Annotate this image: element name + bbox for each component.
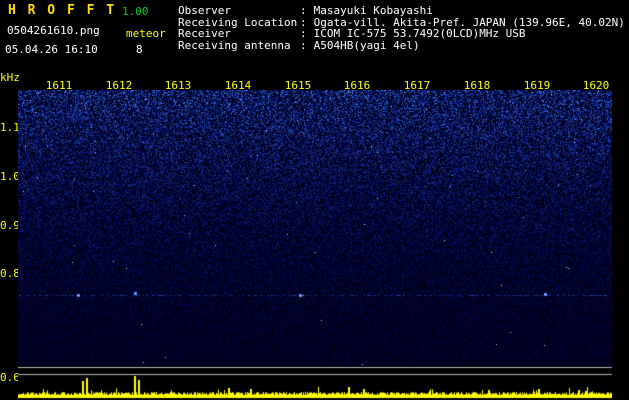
mode-label: meteor (126, 27, 166, 40)
y-tick: 0.9 (0, 219, 17, 232)
datetime-label: 05.04.26 16:10 (5, 43, 98, 56)
spectrogram-canvas (18, 90, 612, 367)
info-value: A504HB(yagi 4el) (314, 39, 420, 52)
hrofft-window: H R O F F T 1.00 0504261610.png meteor 0… (0, 0, 629, 400)
info-row-antenna: Receiving antenna: A504HB(yagi 4el) (178, 40, 625, 52)
info-label: Receiver (178, 28, 300, 40)
info-label: Receiving antenna (178, 40, 300, 52)
info-row-observer: Observer: Masayuki Kobayashi (178, 5, 625, 17)
y-tick: 0.8 (0, 267, 17, 280)
station-info: Observer: Masayuki Kobayashi Receiving Lo… (178, 5, 625, 51)
signal-level-canvas (18, 366, 612, 400)
info-label: Observer (178, 5, 300, 17)
app-version: 1.00 (122, 5, 149, 18)
app-title: H R O F F T (8, 3, 116, 18)
y-tick: 1.0 (0, 170, 17, 183)
output-filename: 0504261610.png (7, 24, 100, 37)
info-row-receiver: Receiver: ICOM IC-575 53.7492(0LCD)MHz US… (178, 28, 625, 40)
y-tick: 1.1 (0, 121, 17, 134)
echo-count: 8 (136, 43, 143, 56)
info-separator: : (300, 39, 307, 52)
y-axis-unit: kHz (0, 71, 18, 84)
y-tick: 0.6 (0, 371, 17, 384)
